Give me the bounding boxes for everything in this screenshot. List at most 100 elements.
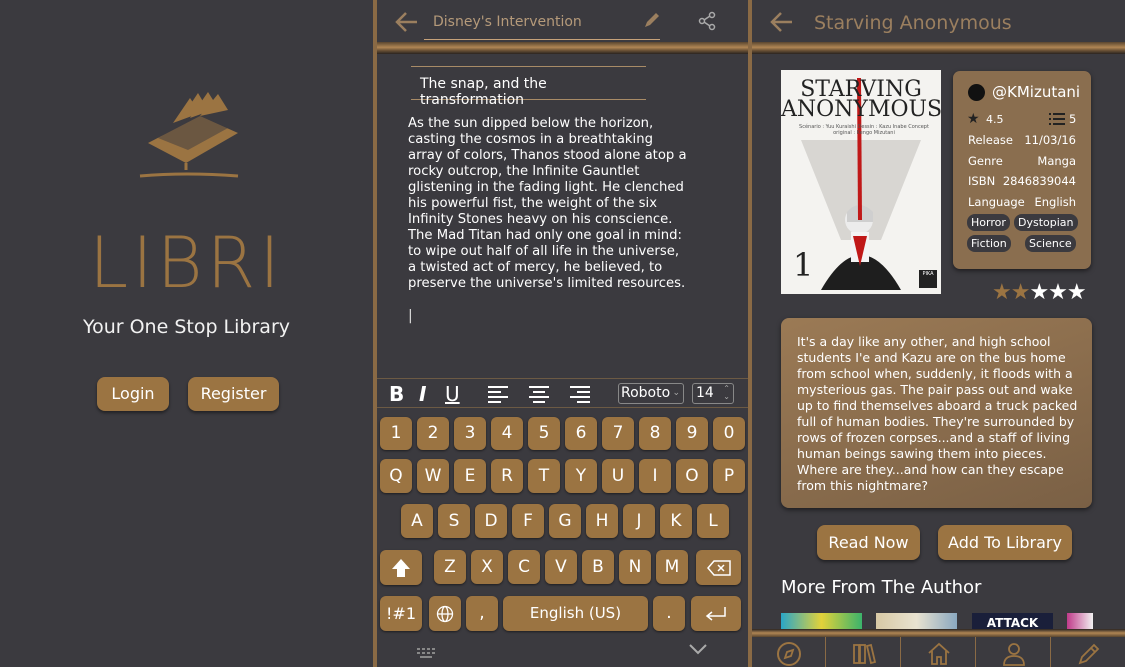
author-avatar[interactable] xyxy=(968,84,985,101)
shift-key[interactable] xyxy=(380,550,422,585)
digit-5-key[interactable]: 5 xyxy=(528,417,560,450)
letter-x-key[interactable]: X xyxy=(471,550,503,584)
digit-6-key[interactable]: 6 xyxy=(565,417,597,450)
letter-w-key[interactable]: W xyxy=(417,459,449,493)
letter-c-key[interactable]: C xyxy=(508,550,540,584)
cover-title: STARVING ANONYMOUS xyxy=(781,77,941,122)
letter-s-key[interactable]: S xyxy=(438,504,470,538)
underline-button[interactable]: U xyxy=(445,382,460,406)
register-button[interactable]: Register xyxy=(188,377,279,411)
splash-screen: LIBRI Your One Stop Library Login Regist… xyxy=(0,0,373,667)
document-title-field[interactable]: Disney's Intervention xyxy=(424,6,660,40)
font-size-stepper[interactable]: 14 ⌃ ⌄ xyxy=(692,383,734,404)
back-arrow-icon[interactable] xyxy=(770,11,794,33)
letter-g-key[interactable]: G xyxy=(549,504,581,538)
letter-r-key[interactable]: R xyxy=(491,459,523,493)
period-key[interactable]: . xyxy=(653,596,685,631)
keyboard-grid-icon[interactable] xyxy=(417,648,437,660)
letter-t-key[interactable]: T xyxy=(528,459,560,493)
publisher-logo: PIKA xyxy=(919,270,937,288)
back-arrow-icon[interactable] xyxy=(395,11,419,33)
header-trim xyxy=(377,42,748,54)
star-rating[interactable]: ★★★★★ xyxy=(992,280,1087,305)
space-key[interactable]: English (US) xyxy=(503,596,648,631)
star-icon: ★ xyxy=(967,111,980,127)
backspace-key[interactable] xyxy=(696,550,741,585)
comma-key[interactable]: , xyxy=(466,596,498,631)
related-book-thumb[interactable]: ATTACK xyxy=(972,613,1053,630)
letter-a-key[interactable]: A xyxy=(401,504,433,538)
digit-8-key[interactable]: 8 xyxy=(639,417,671,450)
tag-dystopian[interactable]: Dystopian xyxy=(1014,214,1078,231)
letter-f-key[interactable]: F xyxy=(512,504,544,538)
letter-n-key[interactable]: N xyxy=(619,550,651,584)
up-down-chevron-icon: ⌃ ⌄ xyxy=(723,384,730,401)
letter-b-key[interactable]: B xyxy=(582,550,614,584)
digit-1-key[interactable]: 1 xyxy=(380,417,412,450)
text-cursor: | xyxy=(408,308,413,324)
related-book-thumb[interactable] xyxy=(1067,613,1093,629)
on-screen-keyboard: 1234567890 QWERTYUIOP ASDFGHJKL ZXCVBNM … xyxy=(377,408,748,667)
share-icon[interactable] xyxy=(697,11,717,31)
digit-7-key[interactable]: 7 xyxy=(602,417,634,450)
editor-screen: Disney's Intervention The snap, and the … xyxy=(377,0,748,667)
story-text-area[interactable]: As the sun dipped below the horizon, cas… xyxy=(408,116,690,292)
read-now-button[interactable]: Read Now xyxy=(817,525,920,560)
bold-button[interactable]: B xyxy=(389,382,404,406)
enter-key[interactable] xyxy=(691,596,741,631)
digit-3-key[interactable]: 3 xyxy=(454,417,486,450)
letter-j-key[interactable]: J xyxy=(623,504,655,538)
italic-button[interactable]: I xyxy=(419,382,426,406)
digit-4-key[interactable]: 4 xyxy=(491,417,523,450)
align-right-icon[interactable] xyxy=(569,385,591,403)
align-left-icon[interactable] xyxy=(487,385,509,403)
globe-icon xyxy=(436,605,454,623)
letter-k-key[interactable]: K xyxy=(660,504,692,538)
author-handle[interactable]: @KMizutani xyxy=(992,83,1080,101)
letter-o-key[interactable]: O xyxy=(676,459,708,493)
letter-q-key[interactable]: Q xyxy=(380,459,412,493)
letter-y-key[interactable]: Y xyxy=(565,459,597,493)
nav-home[interactable] xyxy=(902,637,976,667)
letter-v-key[interactable]: V xyxy=(545,550,577,584)
more-from-author-heading: More From The Author xyxy=(781,577,982,598)
letter-m-key[interactable]: M xyxy=(656,550,688,584)
chevron-down-icon: ⌄ xyxy=(672,388,680,398)
nav-profile[interactable] xyxy=(977,637,1051,667)
footer-trim xyxy=(752,629,1125,637)
letter-l-key[interactable]: L xyxy=(697,504,729,538)
letter-p-key[interactable]: P xyxy=(713,459,745,493)
hide-keyboard-chevron-icon[interactable] xyxy=(688,642,708,656)
font-family-select[interactable]: Roboto ⌄ xyxy=(618,383,684,404)
digit-0-key[interactable]: 0 xyxy=(713,417,745,450)
letter-e-key[interactable]: E xyxy=(454,459,486,493)
language-key[interactable] xyxy=(429,596,461,631)
book-cover-image[interactable]: STARVING ANONYMOUS Scénario : Yuu Kurais… xyxy=(781,70,941,294)
align-center-icon[interactable] xyxy=(528,385,550,403)
letter-d-key[interactable]: D xyxy=(475,504,507,538)
digit-2-key[interactable]: 2 xyxy=(417,417,449,450)
letter-z-key[interactable]: Z xyxy=(434,550,466,584)
add-to-library-button[interactable]: Add To Library xyxy=(938,525,1072,560)
related-book-thumb[interactable] xyxy=(876,613,957,629)
genre-row: Genre Manga xyxy=(968,154,1076,168)
tag-fiction[interactable]: Fiction xyxy=(967,235,1011,252)
nav-write[interactable] xyxy=(1052,637,1125,667)
book-title: Starving Anonymous xyxy=(814,12,1012,34)
tag-science[interactable]: Science xyxy=(1025,235,1076,252)
letter-h-key[interactable]: H xyxy=(586,504,618,538)
app-brand: LIBRI xyxy=(89,222,284,304)
related-book-thumb[interactable] xyxy=(781,613,862,629)
pencil-icon[interactable] xyxy=(643,11,661,29)
digit-9-key[interactable]: 9 xyxy=(676,417,708,450)
nav-explore[interactable] xyxy=(752,637,826,667)
login-button[interactable]: Login xyxy=(97,377,169,411)
shift-arrow-icon xyxy=(392,559,410,577)
letter-u-key[interactable]: U xyxy=(602,459,634,493)
chapter-title-field[interactable]: The snap, and the transformation xyxy=(411,66,646,108)
tag-horror[interactable]: Horror xyxy=(967,214,1010,231)
synopsis-text: It's a day like any other, and high scho… xyxy=(797,334,1078,493)
symbols-key[interactable]: !#1 xyxy=(380,596,422,631)
letter-i-key[interactable]: I xyxy=(639,459,671,493)
nav-library[interactable] xyxy=(827,637,901,667)
